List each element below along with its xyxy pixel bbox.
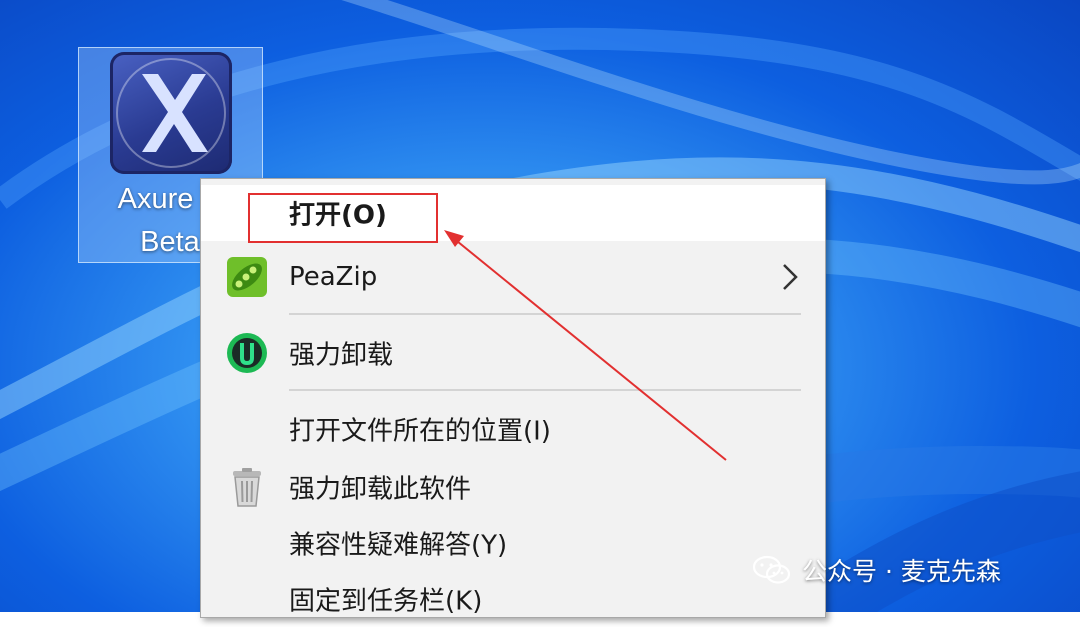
menu-item-open-file-location[interactable]: 打开文件所在的位置(I) [201, 401, 825, 457]
menu-item-label: 强力卸载此软件 [289, 474, 472, 505]
menu-item-force-uninstall-this[interactable]: 强力卸载此软件 [201, 459, 825, 515]
trash-can-icon [233, 468, 261, 507]
menu-item-label: PeaZip [289, 262, 378, 292]
axure-rp-icon[interactable] [110, 52, 232, 174]
menu-item-compatibility-troubleshoot[interactable]: 兼容性疑难解答(Y) [201, 515, 825, 571]
menu-item-label: 打开文件所在的位置(I) [289, 416, 551, 447]
context-menu: 打开(O) PeaZip 强力卸载 打开文件所在的位置(I) 强力卸载此软件 兼… [200, 178, 826, 618]
peazip-icon [227, 257, 267, 297]
menu-item-peazip[interactable]: PeaZip [201, 249, 825, 305]
watermark: 公众号 · 麦克先森 [752, 550, 1001, 590]
menu-item-label: 强力卸载 [289, 340, 394, 371]
menu-item-label: 兼容性疑难解答(Y) [289, 530, 508, 561]
menu-separator [289, 389, 801, 391]
iobit-uninstaller-icon [227, 333, 267, 373]
watermark-text: 公众号 · 麦克先森 [802, 557, 1001, 586]
annotation-highlight-box [248, 193, 438, 243]
menu-item-pin-to-taskbar[interactable]: 固定到任务栏(K) [201, 571, 825, 627]
wechat-icon [752, 555, 791, 584]
menu-item-force-uninstall[interactable]: 强力卸载 [201, 325, 825, 381]
chevron-right-icon [783, 264, 798, 290]
menu-separator [289, 313, 801, 315]
